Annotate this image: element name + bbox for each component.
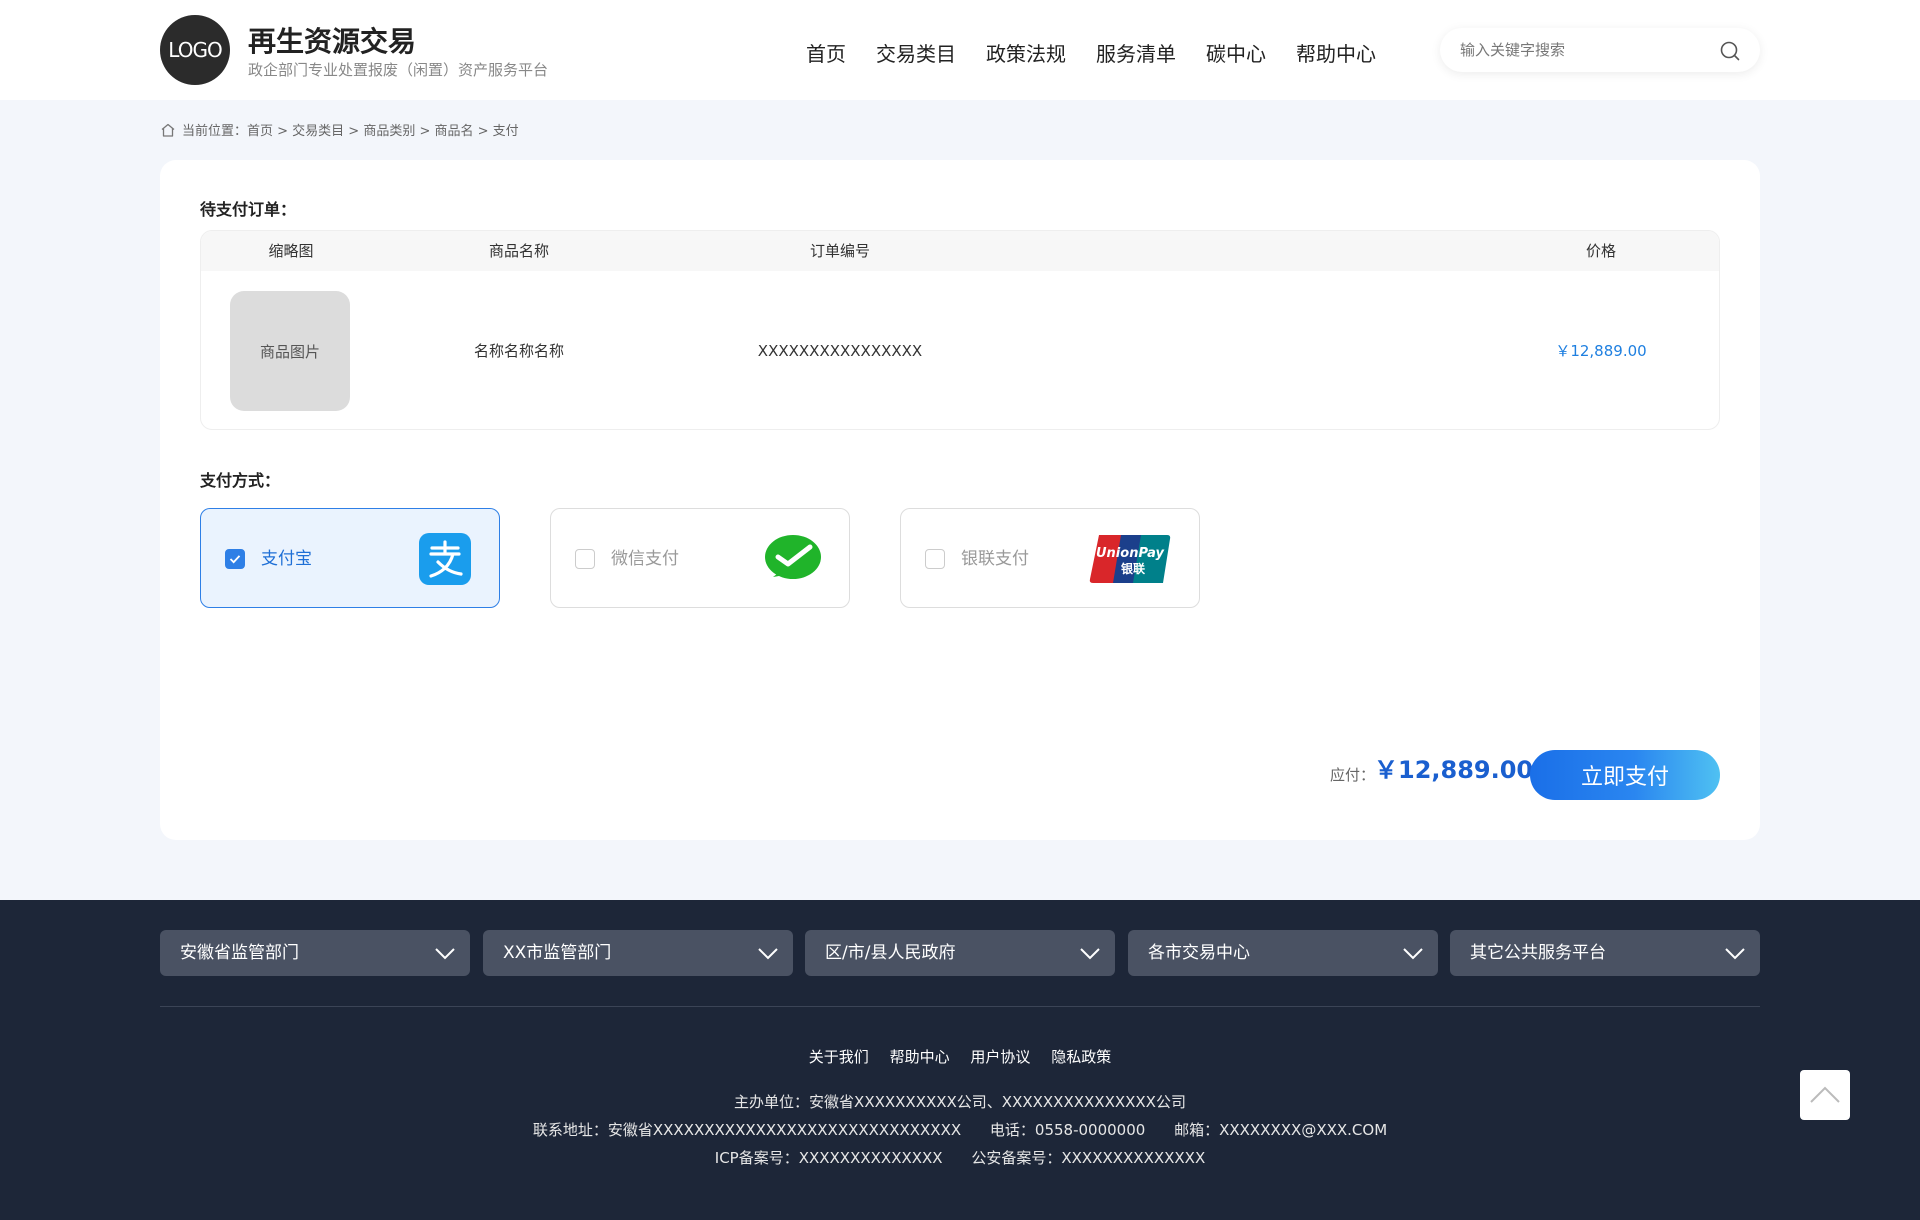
payment-section-title: 支付方式： [200,471,281,490]
site-header: LOGO 再生资源交易 政企部门专业处置报废（闲置）资产服务平台 首页 交易类目… [0,0,1920,100]
footer-select-label: 其它公共服务平台 [1470,943,1606,963]
footer-icp: ICP备案号：XXXXXXXXXXXXXX [714,1149,943,1167]
footer-email: 邮箱：XXXXXXXX@XXX.COM [1174,1121,1388,1139]
breadcrumb: 当前位置： 首页 > 交易类目 > 商品类别 > 商品名 > 支付 [160,120,519,139]
order-number: XXXXXXXXXXXXXXXX [757,342,923,360]
payment-card: 待支付订单： 缩略图 商品名称 订单编号 价格 商品图片 名称名称名称 XXXX… [160,160,1760,840]
nav-home[interactable]: 首页 [806,38,846,67]
search-box [1440,28,1760,72]
footer-select-government[interactable]: 区/市/县人民政府 [805,930,1115,976]
footer-select-trade-centers[interactable]: 各市交易中心 [1128,930,1438,976]
footer-link-agreement[interactable]: 用户协议 [970,1048,1030,1066]
chevron-down-icon [758,948,778,960]
search-icon[interactable] [1718,39,1742,63]
order-table: 缩略图 商品名称 订单编号 价格 商品图片 名称名称名称 XXXXXXXXXXX… [200,230,1720,430]
footer-records: ICP备案号：XXXXXXXXXXXXXX 公安备案号：XXXXXXXXXXXX… [0,1147,1920,1168]
alipay-label: 支付宝 [261,549,312,569]
footer-link-help[interactable]: 帮助中心 [890,1048,950,1066]
payment-option-alipay[interactable]: 支付宝 [200,508,500,608]
site-logo[interactable]: LOGO [160,15,230,85]
footer-select-label: 安徽省监管部门 [180,943,299,963]
main-nav: 首页 交易类目 政策法规 服务清单 碳中心 帮助中心 [806,38,1406,67]
nav-services[interactable]: 服务清单 [1096,38,1176,67]
search-input[interactable] [1460,28,1710,72]
order-section-title: 待支付订单： [200,200,297,219]
chevron-down-icon [1080,948,1100,960]
footer-link-about[interactable]: 关于我们 [809,1048,869,1066]
site-subtitle: 政企部门专业处置报废（闲置）资产服务平台 [248,61,549,79]
footer-select-other-platforms[interactable]: 其它公共服务平台 [1450,930,1760,976]
product-name: 名称名称名称 [473,342,565,360]
check-icon [229,555,241,564]
col-order-no: 订单编号 [809,242,871,260]
nav-carbon[interactable]: 碳中心 [1206,38,1266,67]
footer-contact: 联系地址：安徽省XXXXXXXXXXXXXXXXXXXXXXXXXXXXXX 电… [0,1119,1920,1140]
footer-links: 关于我们 帮助中心 用户协议 隐私政策 [0,1046,1920,1067]
chevron-down-icon [1403,948,1423,960]
footer-select-province[interactable]: 安徽省监管部门 [160,930,470,976]
pay-now-button[interactable]: 立即支付 [1530,750,1720,800]
payment-option-wechat[interactable]: 微信支付 [550,508,850,608]
col-price: 价格 [1585,242,1617,260]
nav-categories[interactable]: 交易类目 [876,38,956,67]
unionpay-logo-text: UnionPay [1096,546,1165,561]
footer-select-label: XX市监管部门 [503,943,612,963]
amount-due-label: 应付： [1330,766,1376,784]
footer-address: 联系地址：安徽省XXXXXXXXXXXXXXXXXXXXXXXXXXXXXX [532,1121,962,1139]
footer-select-label: 区/市/县人民政府 [825,943,956,963]
site-footer: 安徽省监管部门 XX市监管部门 区/市/县人民政府 各市交易中心 其它公共服务平… [0,900,1920,1220]
wechat-pay-icon [765,535,821,579]
home-icon [161,123,175,137]
col-name: 商品名称 [488,242,550,260]
chevron-down-icon [435,948,455,960]
footer-link-privacy[interactable]: 隐私政策 [1051,1048,1111,1066]
amount-due-value: ￥12,889.00 [1374,756,1534,784]
footer-phone: 电话：0558-0000000 [989,1121,1146,1139]
wechat-label: 微信支付 [611,549,679,569]
unionpay-logo-cn: 银联 [1121,561,1145,576]
payment-option-unionpay[interactable]: 银联支付 UnionPay 银联 [900,508,1200,608]
footer-police: 公安备案号：XXXXXXXXXXXXXX [971,1149,1206,1167]
breadcrumb-path[interactable]: 首页 > 交易类目 > 商品类别 > 商品名 > 支付 [247,120,519,139]
unionpay-icon: UnionPay 银联 [1089,535,1171,583]
table-row: 商品图片 名称名称名称 XXXXXXXXXXXXXXXX ￥12,889.00 [201,271,1719,429]
site-title: 再生资源交易 [248,25,417,58]
chevron-up-icon [1810,1086,1840,1103]
footer-select-label: 各市交易中心 [1148,943,1250,963]
alipay-checkbox[interactable] [225,549,245,569]
footer-select-city[interactable]: XX市监管部门 [483,930,793,976]
nav-help[interactable]: 帮助中心 [1296,38,1376,67]
nav-policies[interactable]: 政策法规 [986,38,1066,67]
chevron-down-icon [1725,948,1745,960]
product-thumbnail: 商品图片 [230,291,350,411]
col-thumbnail: 缩略图 [268,242,314,260]
alipay-icon [419,533,471,585]
unionpay-checkbox[interactable] [925,549,945,569]
order-price: ￥12,889.00 [1555,342,1647,360]
breadcrumb-prefix: 当前位置： [182,124,248,139]
back-to-top-button[interactable] [1800,1070,1850,1120]
footer-divider [160,1006,1760,1007]
unionpay-label: 银联支付 [961,549,1029,569]
footer-organizer: 主办单位：安徽省XXXXXXXXXX公司、XXXXXXXXXXXXXXX公司 [734,1093,1186,1111]
table-header: 缩略图 商品名称 订单编号 价格 [201,231,1719,271]
wechat-checkbox[interactable] [575,549,595,569]
